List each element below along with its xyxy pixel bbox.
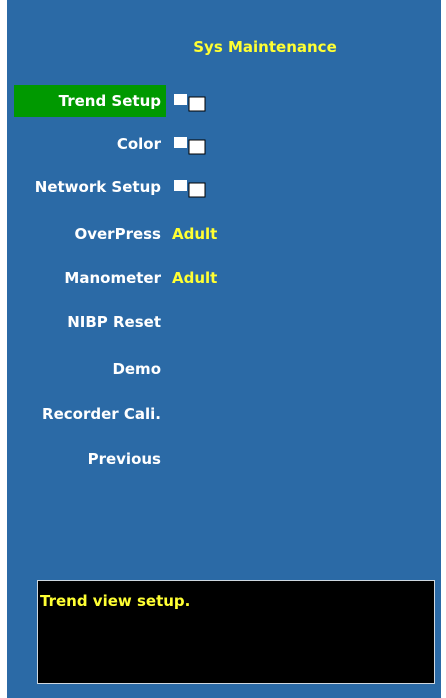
menu-item-manometer[interactable]: Manometer	[14, 262, 166, 294]
menu-row-trend-setup: Trend Setup	[7, 85, 441, 117]
submenu-pages-icon[interactable]	[173, 136, 209, 156]
menu-row-demo: Demo	[7, 353, 441, 385]
submenu-pages-icon[interactable]	[173, 93, 209, 113]
manometer-value[interactable]: Adult	[172, 262, 217, 294]
menu-item-demo[interactable]: Demo	[14, 353, 166, 385]
menu-title: Sys Maintenance	[193, 38, 337, 56]
menu-row-network-setup: Network Setup	[7, 171, 441, 203]
help-text: Trend view setup.	[40, 592, 191, 610]
menu-item-previous[interactable]: Previous	[14, 443, 166, 475]
menu-row-recorder-cali: Recorder Cali.	[7, 398, 441, 430]
menu-row-overpress: OverPress Adult	[7, 218, 441, 250]
sys-maintenance-panel: Sys Maintenance Trend Setup Color Networ…	[7, 0, 441, 698]
menu-item-overpress[interactable]: OverPress	[14, 218, 166, 250]
menu-item-network-setup[interactable]: Network Setup	[14, 171, 166, 203]
menu-row-nibp-reset: NIBP Reset	[7, 306, 441, 338]
menu-row-manometer: Manometer Adult	[7, 262, 441, 294]
menu-item-trend-setup[interactable]: Trend Setup	[14, 85, 166, 117]
menu-item-color[interactable]: Color	[14, 128, 166, 160]
overpress-value[interactable]: Adult	[172, 218, 217, 250]
help-text-box: Trend view setup.	[37, 580, 435, 684]
menu-row-previous: Previous	[7, 443, 441, 475]
menu-item-recorder-cali[interactable]: Recorder Cali.	[14, 398, 166, 430]
submenu-pages-icon[interactable]	[173, 179, 209, 199]
menu-row-color: Color	[7, 128, 441, 160]
menu-item-nibp-reset[interactable]: NIBP Reset	[14, 306, 166, 338]
